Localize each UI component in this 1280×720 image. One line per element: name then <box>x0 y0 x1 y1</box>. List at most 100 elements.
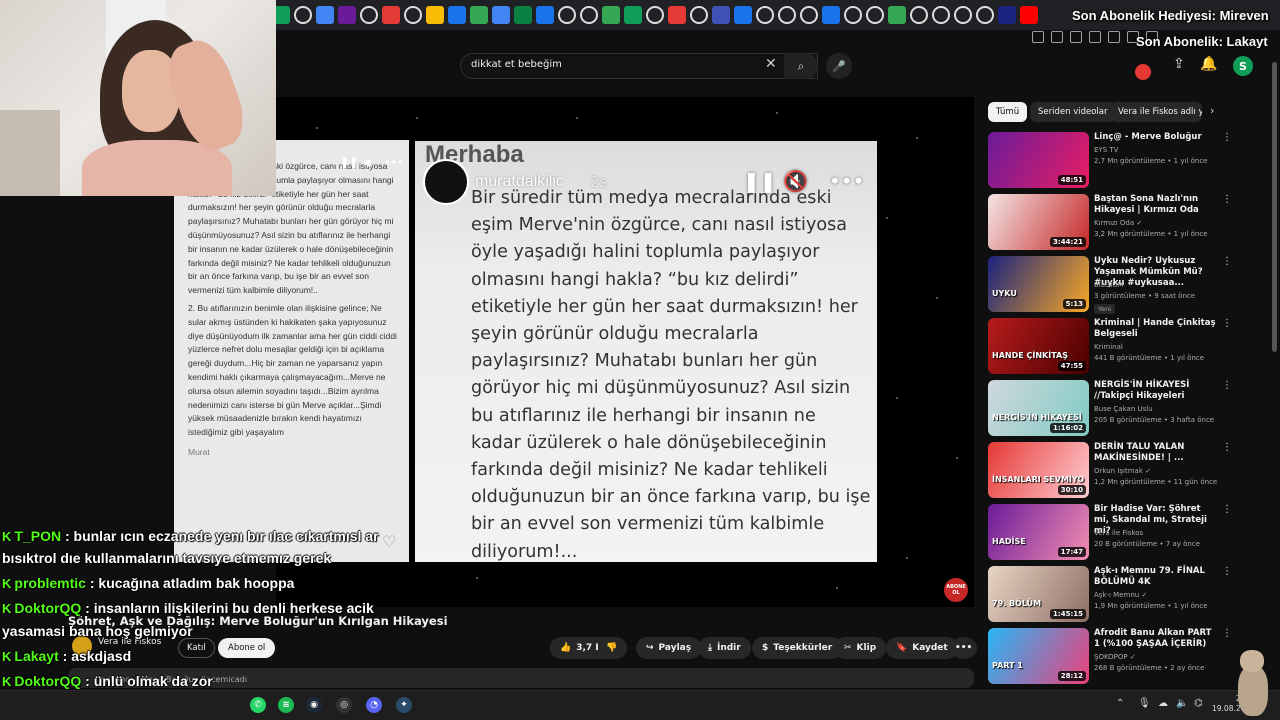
video-thumbnail[interactable]: HANDE ÇİNKİTAŞ 47:55 <box>988 318 1089 374</box>
video-title[interactable]: Aşk-ı Memnu 79. FİNAL BÖLÜMÜ 4K <box>1094 566 1218 588</box>
share-button[interactable]: ↪ Paylaş <box>636 637 702 659</box>
settings-gear-icon[interactable]: ✦ <box>396 697 412 713</box>
browser-tab-favicon-icon[interactable] <box>602 6 620 24</box>
chip-0[interactable]: Tümü <box>988 102 1028 122</box>
video-title[interactable]: Kriminal | Hande Çinkitaş Belgeseli <box>1094 318 1218 340</box>
browser-tab-favicon-icon[interactable] <box>492 6 510 24</box>
video-title[interactable]: NERGİS'İN HİKAYESİ //Takipçi Hikayeleri <box>1094 380 1218 402</box>
create-icon[interactable]: ⇪ <box>1173 56 1185 72</box>
obs-icon[interactable]: ◎ <box>336 697 352 713</box>
more-options-icon[interactable]: ⋮ <box>1222 504 1232 515</box>
scrollbar[interactable] <box>1272 62 1277 352</box>
browser-tab-favicon-icon[interactable] <box>998 6 1016 24</box>
browser-tab-favicon-icon[interactable] <box>712 6 730 24</box>
browser-tab-favicon-icon[interactable] <box>910 6 928 24</box>
video-thumbnail[interactable]: PART 1 28:12 <box>988 628 1089 684</box>
clear-search-icon[interactable]: ✕ <box>765 56 777 72</box>
save-button[interactable]: 🔖 Kaydet <box>886 637 958 659</box>
more-options-icon[interactable]: ⋮ <box>1222 628 1232 639</box>
browser-tab-favicon-icon[interactable] <box>866 6 884 24</box>
video-title[interactable]: Linç@ - Merve Boluğur <box>1094 132 1218 143</box>
video-thumbnail[interactable]: 3:44:21 <box>988 194 1089 250</box>
recommendation-item[interactable]: 3:44:21 Baştan Sona Nazlı'nın Hikayesi | … <box>988 194 1233 252</box>
more-options-icon[interactable]: ⋮ <box>1222 442 1232 453</box>
recommendation-item[interactable]: HANDE ÇİNKİTAŞ 47:55 Kriminal | Hande Çink… <box>988 318 1233 376</box>
shield-icon[interactable] <box>1089 31 1101 43</box>
browser-tab-favicon-icon[interactable] <box>646 6 664 24</box>
browser-tab-favicon-icon[interactable] <box>514 6 532 24</box>
video-thumbnail[interactable]: İNSANLARI SEVMİYO 30:10 <box>988 442 1089 498</box>
tray-mic-icon[interactable]: 🎙 <box>1138 698 1151 709</box>
browser-tab-favicon-icon[interactable] <box>734 6 752 24</box>
clip-button[interactable]: ✂ Klip <box>834 637 887 659</box>
more-options-icon[interactable]: ⋮ <box>1222 256 1232 267</box>
browser-tab-favicon-icon[interactable] <box>778 6 796 24</box>
browser-tab-favicon-icon[interactable] <box>316 6 334 24</box>
spotify-icon[interactable]: ≋ <box>278 697 294 713</box>
join-button[interactable]: Katıl <box>178 638 215 658</box>
browser-tab-favicon-icon[interactable] <box>558 6 576 24</box>
steam-icon[interactable]: ◉ <box>306 697 322 713</box>
video-thumbnail[interactable]: NERGİS'İN HİKAYESİ 1:16:02 <box>988 380 1089 436</box>
chip-2[interactable]: Vera ile Fiskos adlı yü <box>1110 102 1202 122</box>
browser-tab-favicon-icon[interactable] <box>382 6 400 24</box>
search-input[interactable]: dikkat et bebeğim <box>471 59 562 70</box>
channel-name[interactable]: Vera ile Fiskos <box>1094 529 1143 537</box>
more-options-icon[interactable]: ⋮ <box>1222 380 1232 391</box>
channel-name[interactable]: Orkun Işıtmak ✓ <box>1094 467 1151 475</box>
browser-tab-favicon-icon[interactable] <box>470 6 488 24</box>
search-box[interactable]: dikkat et bebeğim ✕ <box>460 53 818 79</box>
recommendation-item[interactable]: NERGİS'İN HİKAYESİ 1:16:02 NERGİS'İN HİKAY… <box>988 380 1233 438</box>
more-options-icon[interactable]: ⋮ <box>1222 132 1232 143</box>
microphone-icon[interactable]: 🎤 <box>826 53 852 79</box>
share-icon[interactable] <box>1051 31 1063 43</box>
browser-tab-favicon-icon[interactable] <box>800 6 818 24</box>
channel-name[interactable]: Buse Çakan Uslu <box>1094 405 1153 413</box>
chip-1[interactable]: Seriden videolar <box>1030 102 1116 122</box>
search-icon[interactable]: ⌕ <box>784 53 818 79</box>
browser-tab-favicon-icon[interactable] <box>580 6 598 24</box>
browser-tab-favicon-icon[interactable] <box>536 6 554 24</box>
video-thumbnail[interactable]: 79. BÖLÜM 1:45:15 <box>988 566 1089 622</box>
chips-next-icon[interactable]: › <box>1210 104 1214 117</box>
browser-tab-favicon-icon[interactable] <box>822 6 840 24</box>
channel-name[interactable]: EYS TV <box>1094 146 1118 154</box>
video-thumbnail[interactable]: UYKU 5:13 <box>988 256 1089 312</box>
channel-name[interactable]: Kırmızı Oda ✓ <box>1094 219 1142 227</box>
dislike-button[interactable]: 👎 <box>598 637 628 659</box>
more-options-icon[interactable]: ⋮ <box>1222 194 1232 205</box>
notifications-bell-icon[interactable]: 🔔 <box>1200 56 1217 72</box>
browser-tab-favicon-icon[interactable] <box>756 6 774 24</box>
recommendation-item[interactable]: İNSANLARI SEVMİYO 30:10 DERİN TALU YALAN M… <box>988 442 1233 500</box>
browser-tab-favicon-icon[interactable] <box>690 6 708 24</box>
channel-name[interactable]: Aşk-ı Memnu ✓ <box>1094 591 1147 599</box>
more-options-icon[interactable]: ⋮ <box>1222 566 1232 577</box>
browser-tab-favicon-icon[interactable] <box>1020 6 1038 24</box>
recommendation-item[interactable]: 79. BÖLÜM 1:45:15 Aşk-ı Memnu 79. FİNAL BÖ… <box>988 566 1233 624</box>
video-thumbnail[interactable]: 48:51 <box>988 132 1089 188</box>
channel-name[interactable]: ŞOKOPOP ✓ <box>1094 653 1136 661</box>
browser-tab-favicon-icon[interactable] <box>624 6 642 24</box>
thanks-button[interactable]: $ Teşekkürler <box>752 637 843 659</box>
channel-name[interactable]: Kriminal <box>1094 343 1123 351</box>
more-options-icon[interactable]: ⋮ <box>1222 318 1232 329</box>
browser-tab-favicon-icon[interactable] <box>668 6 686 24</box>
recommendation-item[interactable]: 48:51 Linç@ - Merve Boluğur EYS TV 2,7 Mn g… <box>988 132 1233 190</box>
browser-tab-favicon-icon[interactable] <box>360 6 378 24</box>
tray-volume-icon[interactable]: 🔈 <box>1176 698 1188 709</box>
recommendation-item[interactable]: PART 1 28:12 Afrodit Banu Alkan PART 1 (%1… <box>988 628 1233 686</box>
download-button[interactable]: ⤓ İndir <box>698 637 751 659</box>
video-title[interactable]: Baştan Sona Nazlı'nın Hikayesi | Kırmızı… <box>1094 194 1218 216</box>
browser-tab-favicon-icon[interactable] <box>976 6 994 24</box>
discord-icon[interactable]: ◔ <box>366 697 382 713</box>
whatsapp-icon[interactable]: ✆ <box>250 697 266 713</box>
video-thumbnail[interactable]: HADİSE 17:47 <box>988 504 1089 560</box>
zoom-icon[interactable] <box>1032 31 1044 43</box>
browser-tab-favicon-icon[interactable] <box>448 6 466 24</box>
browser-tab-favicon-icon[interactable] <box>844 6 862 24</box>
tray-network-icon[interactable]: ⌬ <box>1194 698 1203 709</box>
account-avatar[interactable]: S <box>1233 56 1253 76</box>
bookmark-icon[interactable] <box>1108 31 1120 43</box>
more-actions-button[interactable]: ••• <box>950 637 978 659</box>
screenshot-icon[interactable] <box>1070 31 1082 43</box>
